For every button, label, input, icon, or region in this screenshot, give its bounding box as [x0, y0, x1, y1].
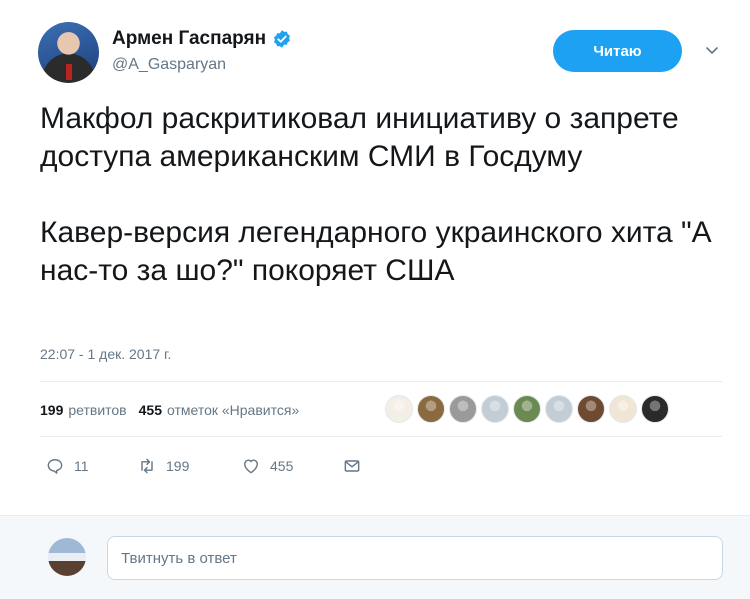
- heart-icon: [244, 459, 258, 474]
- tweet-timestamp[interactable]: 22:07 - 1 дек. 2017 г.: [40, 346, 171, 362]
- tweet-stats: 199 ретвитов 455 отметок «Нравится»: [40, 402, 311, 418]
- author-handle[interactable]: @A_Gasparyan: [112, 56, 226, 74]
- reply-action[interactable]: 11: [45, 456, 137, 476]
- likes-stat[interactable]: 455 отметок «Нравится»: [139, 402, 300, 418]
- reply-composer: Твитнуть в ответ: [0, 515, 750, 599]
- avatar-brown[interactable]: [577, 395, 605, 423]
- avatar-people[interactable]: [513, 395, 541, 423]
- verified-badge-icon: [274, 30, 290, 48]
- current-user-avatar[interactable]: [48, 538, 86, 576]
- following-button[interactable]: Читаю: [553, 30, 682, 72]
- chevron-down-icon[interactable]: [704, 42, 720, 58]
- reply-icon: [47, 459, 63, 474]
- author-name-row[interactable]: Армен Гаспарян: [112, 28, 292, 50]
- author-display-name[interactable]: Армен Гаспарян: [112, 28, 266, 50]
- retweet-count: 199: [166, 458, 190, 474]
- direct-message-action[interactable]: [342, 456, 362, 476]
- retweet-icon: [141, 458, 153, 474]
- avatar-photo[interactable]: [449, 395, 477, 423]
- author-avatar[interactable]: [38, 22, 99, 83]
- avatar-default[interactable]: [481, 395, 509, 423]
- avatar-dog[interactable]: [385, 395, 413, 423]
- avatar-default[interactable]: [545, 395, 573, 423]
- likes-label: отметок «Нравится»: [166, 402, 300, 418]
- like-action[interactable]: 455: [241, 456, 342, 476]
- retweet-action[interactable]: 199: [137, 456, 241, 476]
- tweet-header: Армен Гаспарян @A_Gasparyan Читаю: [38, 22, 728, 86]
- envelope-icon: [344, 460, 360, 472]
- reply-count: 11: [74, 458, 89, 474]
- avatar-cat[interactable]: [641, 395, 669, 423]
- likes-count: 455: [138, 402, 162, 418]
- retweets-label: ретвитов: [68, 402, 127, 418]
- tweet-actions: 11 199 455: [45, 456, 362, 476]
- avatar-rooster[interactable]: [609, 395, 637, 423]
- reply-input[interactable]: Твитнуть в ответ: [107, 536, 723, 580]
- divider: [40, 381, 722, 382]
- tweet-text: Макфол раскритиковал инициативу о запрет…: [40, 102, 712, 287]
- liker-avatars: [385, 395, 669, 423]
- retweets-stat[interactable]: 199 ретвитов: [40, 402, 127, 418]
- like-count: 455: [270, 458, 294, 474]
- divider: [40, 436, 722, 437]
- retweets-count: 199: [40, 402, 64, 418]
- avatar-woman[interactable]: [417, 395, 445, 423]
